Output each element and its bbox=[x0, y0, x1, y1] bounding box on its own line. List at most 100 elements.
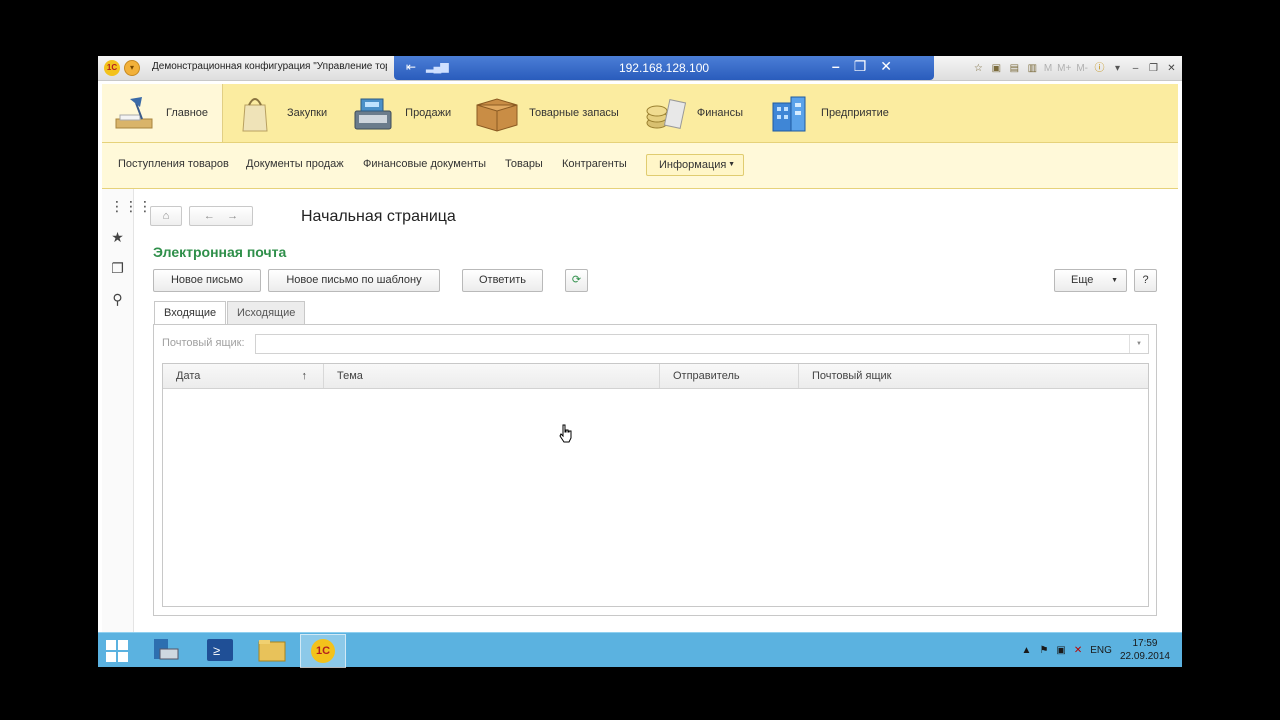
cmd-counterparties[interactable]: Контрагенты bbox=[562, 158, 627, 170]
information-dropdown[interactable]: Информация ▼ bbox=[646, 154, 744, 176]
help-button[interactable]: ? bbox=[1134, 269, 1157, 292]
volume-muted-icon[interactable]: ✕ bbox=[1074, 645, 1082, 656]
server-manager-icon[interactable] bbox=[144, 634, 188, 666]
taskbar-app-1c[interactable]: 1С bbox=[300, 634, 346, 668]
more-label: Еще bbox=[1071, 274, 1094, 286]
refresh-icon: ⟳ bbox=[571, 274, 582, 286]
info-icon[interactable]: ⓘ bbox=[1093, 62, 1106, 75]
commands-panel: Поступления товаров Документы продаж Фин… bbox=[102, 143, 1178, 189]
windows-start-icon[interactable] bbox=[106, 640, 128, 662]
tab-incoming[interactable]: Входящие bbox=[154, 301, 227, 325]
memory-m-plus-button[interactable]: M+ bbox=[1057, 63, 1071, 74]
cmd-goods-receipts[interactable]: Поступления товаров bbox=[118, 158, 229, 170]
section-label: Закупки bbox=[287, 107, 328, 119]
rdp-minimize-icon[interactable]: – bbox=[832, 58, 840, 75]
column-header-sender[interactable]: Отправитель bbox=[660, 364, 799, 388]
box-icon bbox=[476, 98, 518, 132]
chevron-down-icon[interactable]: ▼ bbox=[1129, 335, 1148, 353]
new-letter-from-template-button[interactable]: Новое письмо по шаблону bbox=[268, 269, 440, 292]
tab-content: Почтовый ящик: ▼ Дата ↑ Тема Отправитель… bbox=[153, 324, 1157, 616]
title-toolbar: ☆ ▣ ▤ ▥ M M+ M- ⓘ ▾ – ❐ ✕ bbox=[972, 59, 1178, 77]
chevron-down-icon: ▼ bbox=[1111, 277, 1118, 284]
section-inventory[interactable]: Товарные запасы bbox=[465, 84, 633, 142]
star-favorites-icon[interactable]: ☆ bbox=[972, 62, 985, 75]
search-icon[interactable]: ⚲ bbox=[110, 292, 125, 307]
section-label: Главное bbox=[166, 107, 209, 119]
window-title: Демонстрационная конфигурация "Управлени… bbox=[152, 61, 387, 72]
section-enterprise[interactable]: Предприятие bbox=[757, 84, 903, 142]
chevron-down-icon[interactable]: ▾ bbox=[1111, 62, 1124, 75]
svg-text:≥: ≥ bbox=[213, 643, 220, 658]
powershell-icon[interactable]: ≥ bbox=[198, 634, 242, 666]
clock-date: 22.09.2014 bbox=[1119, 651, 1170, 662]
memory-m-button[interactable]: M bbox=[1044, 63, 1052, 74]
section-label: Товарные запасы bbox=[529, 107, 619, 119]
rdp-close-icon[interactable]: ✕ bbox=[880, 58, 892, 75]
coins-icon bbox=[646, 99, 686, 129]
1c-logo-icon: 1С bbox=[104, 60, 120, 76]
refresh-button[interactable]: ⟳ bbox=[565, 269, 588, 292]
section-sales[interactable]: Продажи bbox=[341, 84, 465, 142]
network-icon[interactable]: ▣ bbox=[1056, 645, 1065, 656]
calendar-icon[interactable]: ▥ bbox=[1026, 62, 1039, 75]
mailbox-label: Почтовый ящик: bbox=[162, 337, 245, 349]
chevron-down-icon: ▼ bbox=[728, 161, 735, 168]
sections-panel: Главное Закупки Продажи Товарные запасы … bbox=[102, 84, 1178, 143]
system-tray: ▲ ⚑ ▣ ✕ ENG 17:59 22.09.2014 bbox=[1022, 633, 1170, 667]
section-purchases[interactable]: Закупки bbox=[223, 84, 341, 142]
restore-icon[interactable]: ❐ bbox=[1147, 62, 1160, 75]
home-button[interactable]: ⌂ bbox=[150, 206, 182, 226]
forward-arrow-icon[interactable]: → bbox=[227, 210, 238, 222]
cash-register-icon bbox=[354, 98, 392, 130]
all-functions-grid-icon[interactable]: ⋮⋮⋮ bbox=[110, 199, 152, 214]
hand-cursor-icon bbox=[559, 424, 572, 443]
star-icon[interactable]: ★ bbox=[110, 230, 125, 245]
cmd-financial-documents[interactable]: Финансовые документы bbox=[363, 158, 486, 170]
column-header-mailbox[interactable]: Почтовый ящик bbox=[799, 364, 1148, 388]
chevron-up-icon[interactable]: ▲ bbox=[1022, 645, 1032, 656]
tab-outgoing[interactable]: Исходящие bbox=[227, 301, 306, 325]
sort-ascending-icon: ↑ bbox=[301, 370, 308, 382]
section-main[interactable]: Главное bbox=[102, 84, 224, 142]
flag-icon[interactable]: ⚑ bbox=[1039, 645, 1048, 656]
section-label: Предприятие bbox=[821, 107, 889, 119]
column-header-subject[interactable]: Тема bbox=[324, 364, 660, 388]
page-title: Начальная страница bbox=[301, 208, 456, 225]
cmd-sales-documents[interactable]: Документы продаж bbox=[246, 158, 344, 170]
clock-time: 17:59 bbox=[1132, 638, 1158, 649]
history-nav-buttons: ← → bbox=[189, 206, 253, 226]
section-label: Финансы bbox=[696, 107, 744, 119]
windows-taskbar: ≥ 1С ▲ ⚑ ▣ ✕ ENG 17:59 22.09.2014 bbox=[98, 632, 1182, 668]
clock[interactable]: 17:59 22.09.2014 bbox=[1120, 637, 1170, 663]
column-header-date[interactable]: Дата ↑ bbox=[163, 364, 324, 388]
building-icon bbox=[772, 96, 806, 132]
mailbox-select[interactable]: ▼ bbox=[255, 334, 1149, 354]
minimize-icon[interactable]: – bbox=[1129, 62, 1142, 75]
more-button[interactable]: Еще ▼ bbox=[1054, 269, 1127, 292]
history-icon[interactable]: ▣ bbox=[990, 62, 1003, 75]
rdp-connection-bar: ⇤ ▂▄▆ 192.168.128.100 – ❐ ✕ bbox=[394, 56, 934, 80]
mail-table[interactable]: Дата ↑ Тема Отправитель Почтовый ящик bbox=[162, 363, 1149, 607]
close-icon[interactable]: ✕ bbox=[1165, 62, 1178, 75]
home-icon: ⌂ bbox=[162, 210, 170, 222]
remote-desktop-screen: 1С ▾ Демонстрационная конфигурация "Упра… bbox=[98, 56, 1182, 666]
calculator-icon[interactable]: ▤ bbox=[1008, 62, 1021, 75]
section-finance[interactable]: Финансы bbox=[633, 84, 757, 142]
memory-m-minus-button[interactable]: M- bbox=[1076, 63, 1088, 74]
file-explorer-icon[interactable] bbox=[250, 634, 294, 666]
tools-strip: ⋮⋮⋮ ★ ❐ ⚲ bbox=[102, 189, 152, 659]
history-icon[interactable]: ❐ bbox=[110, 261, 125, 276]
cmd-goods[interactable]: Товары bbox=[505, 158, 543, 170]
new-letter-button[interactable]: Новое письмо bbox=[153, 269, 261, 292]
rdp-restore-icon[interactable]: ❐ bbox=[854, 58, 867, 75]
form-title: Электронная почта bbox=[153, 244, 287, 260]
back-arrow-icon[interactable]: ← bbox=[204, 210, 215, 222]
reply-button[interactable]: Ответить bbox=[462, 269, 543, 292]
section-label: Продажи bbox=[405, 107, 452, 119]
desk-lamp-icon bbox=[115, 97, 153, 129]
1c-app-icon: 1С bbox=[311, 639, 335, 663]
input-language[interactable]: ENG bbox=[1090, 645, 1112, 656]
table-header: Дата ↑ Тема Отправитель Почтовый ящик bbox=[163, 364, 1148, 389]
shopping-bag-icon bbox=[242, 98, 268, 132]
main-menu-button[interactable]: ▾ bbox=[124, 60, 140, 76]
